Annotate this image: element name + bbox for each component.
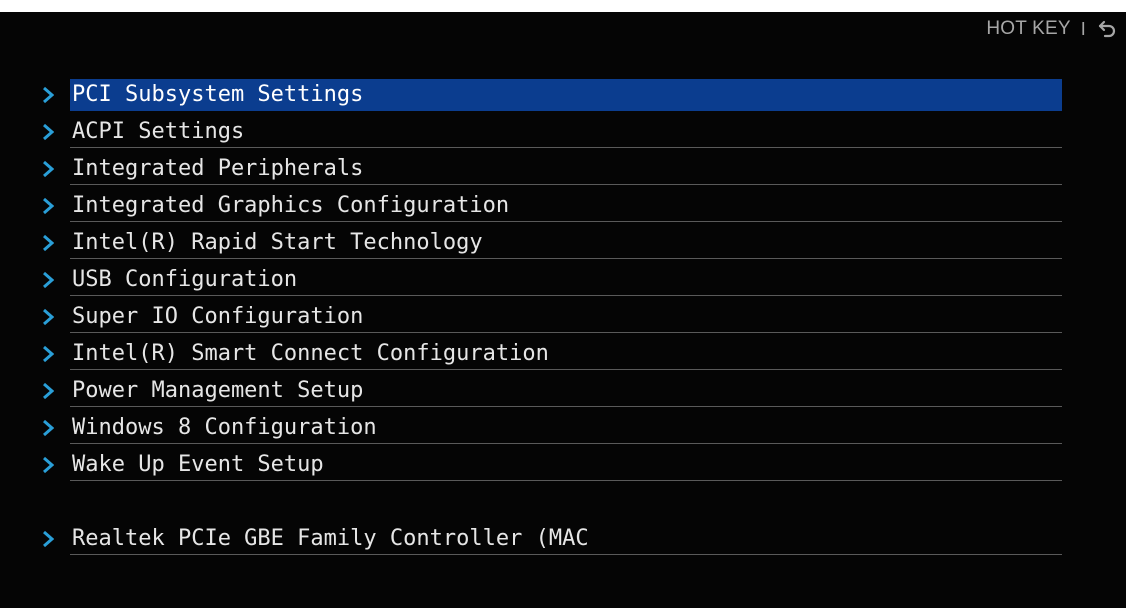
hotkey-separator: I	[1080, 18, 1086, 39]
menu-item-super-io-configuration[interactable]: Super IO Configuration	[40, 298, 1062, 335]
back-arrow-icon[interactable]	[1096, 18, 1118, 40]
menu-item-label: USB Configuration	[70, 264, 1062, 296]
menu-item-windows-8-configuration[interactable]: Windows 8 Configuration	[40, 409, 1062, 446]
hotkey-bar: HOT KEY I	[986, 14, 1118, 44]
menu-item-label: PCI Subsystem Settings	[70, 78, 1062, 111]
chevron-right-icon	[40, 197, 70, 215]
menu-item-label: Windows 8 Configuration	[70, 412, 1062, 444]
chevron-right-icon	[40, 345, 70, 363]
chevron-right-icon	[40, 160, 70, 178]
menu-item-label: Wake Up Event Setup	[70, 449, 1062, 481]
chevron-right-icon	[40, 234, 70, 252]
menu-item-label: Intel(R) Smart Connect Configuration	[70, 338, 1062, 370]
chevron-right-icon	[40, 530, 70, 548]
menu-item-label: Super IO Configuration	[70, 301, 1062, 333]
menu-item-label: Integrated Graphics Configuration	[70, 190, 1062, 222]
menu-item-wake-up-event-setup[interactable]: Wake Up Event Setup	[40, 446, 1062, 483]
menu-item-label: Realtek PCIe GBE Family Controller (MAC	[70, 523, 1062, 555]
menu-item-intel-smart-connect-configuration[interactable]: Intel(R) Smart Connect Configuration	[40, 335, 1062, 372]
menu-item-realtek-controller[interactable]: Realtek PCIe GBE Family Controller (MAC	[40, 520, 1062, 557]
top-border	[0, 0, 1126, 12]
menu-item-label: Integrated Peripherals	[70, 153, 1062, 185]
menu-item-integrated-peripherals[interactable]: Integrated Peripherals	[40, 150, 1062, 187]
menu-item-usb-configuration[interactable]: USB Configuration	[40, 261, 1062, 298]
menu-item-intel-rapid-start-technology[interactable]: Intel(R) Rapid Start Technology	[40, 224, 1062, 261]
menu-item-integrated-graphics-configuration[interactable]: Integrated Graphics Configuration	[40, 187, 1062, 224]
chevron-right-icon	[40, 456, 70, 474]
chevron-right-icon	[40, 308, 70, 326]
menu-item-power-management-setup[interactable]: Power Management Setup	[40, 372, 1062, 409]
chevron-right-icon	[40, 419, 70, 437]
menu-item-label: Intel(R) Rapid Start Technology	[70, 227, 1062, 259]
hotkey-button[interactable]: HOT KEY	[986, 18, 1070, 40]
menu-item-label: ACPI Settings	[70, 116, 1062, 148]
menu-item-label: Power Management Setup	[70, 375, 1062, 407]
menu-item-acpi-settings[interactable]: ACPI Settings	[40, 113, 1062, 150]
chevron-right-icon	[40, 86, 70, 104]
chevron-right-icon	[40, 271, 70, 289]
menu-spacer	[40, 483, 1062, 520]
chevron-right-icon	[40, 382, 70, 400]
settings-menu: PCI Subsystem Settings ACPI Settings Int…	[40, 76, 1062, 557]
chevron-right-icon	[40, 123, 70, 141]
menu-item-pci-subsystem-settings[interactable]: PCI Subsystem Settings	[40, 76, 1062, 113]
